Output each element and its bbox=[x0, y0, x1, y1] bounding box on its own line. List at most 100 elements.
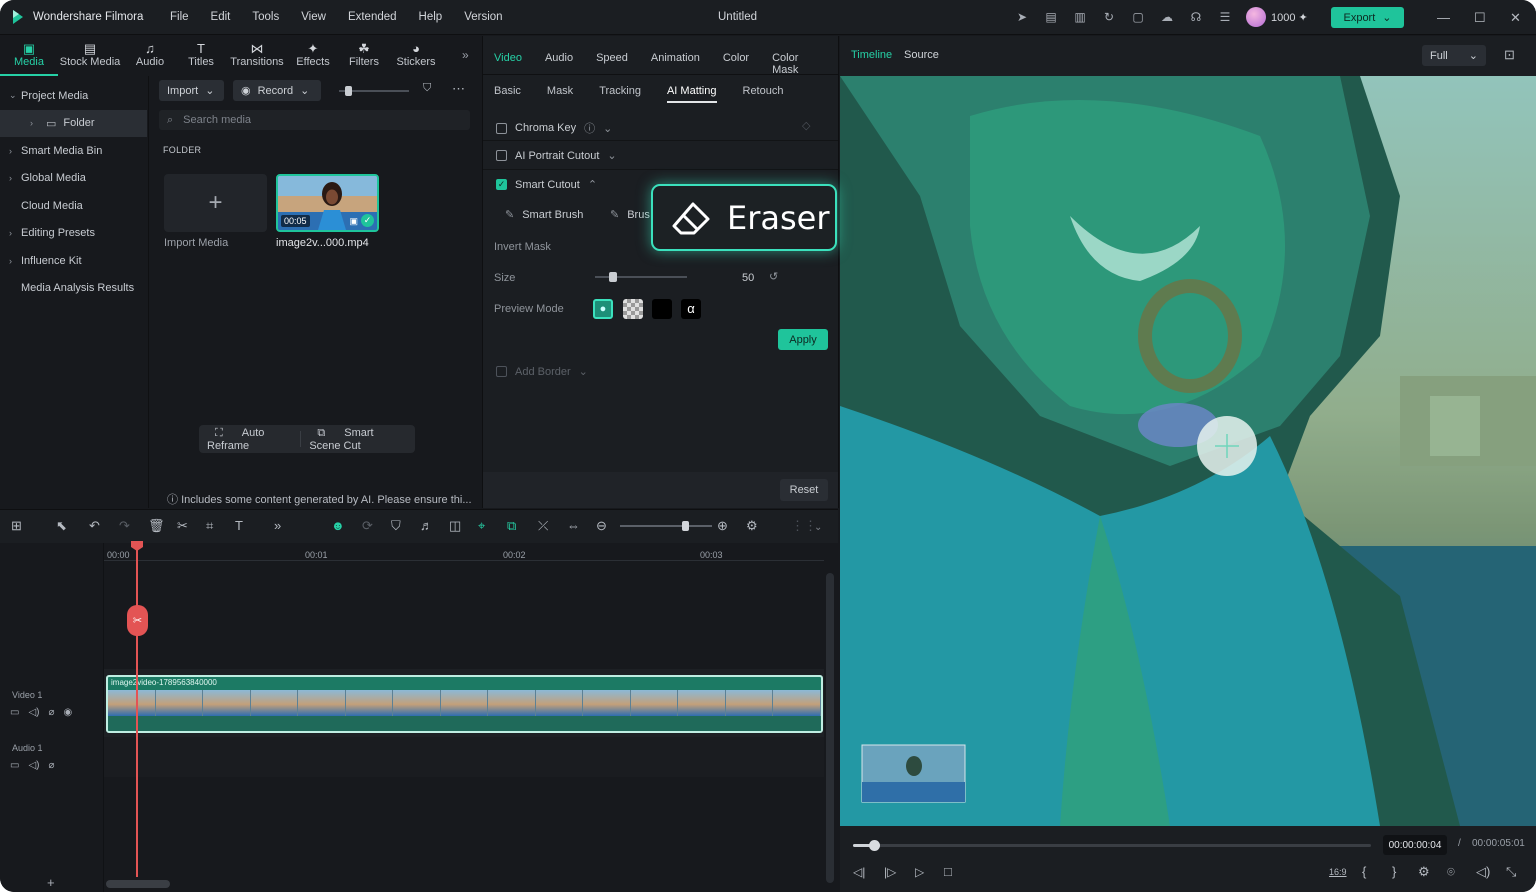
current-timecode[interactable]: 00:00:00:04 bbox=[1383, 835, 1447, 855]
mark-out-icon[interactable]: } bbox=[1392, 864, 1396, 879]
size-slider-knob[interactable] bbox=[609, 272, 618, 282]
undo-icon[interactable]: ↶ bbox=[89, 518, 100, 534]
smart-brush-button[interactable]: ✎ Smart Brush bbox=[505, 208, 583, 222]
menu-version[interactable]: Version bbox=[464, 11, 502, 23]
nav-effects[interactable]: ✦ Effects bbox=[290, 36, 336, 76]
unlink-icon[interactable]: ⤫ bbox=[538, 518, 548, 534]
record-dropdown[interactable]: ◉ Record ⌄ bbox=[233, 80, 321, 101]
shield-mark-icon[interactable]: ⛉ bbox=[391, 518, 401, 534]
minimize-icon[interactable]: — bbox=[1437, 10, 1450, 25]
sidebar-item-folder[interactable]: › ▭ Folder bbox=[0, 109, 147, 137]
auto-reframe-button[interactable]: ⛶ Auto Reframe bbox=[199, 427, 300, 452]
user-avatar[interactable] bbox=[1246, 7, 1266, 27]
reset-button[interactable]: Reset bbox=[780, 479, 828, 501]
smart-cutout-row[interactable]: ✓ Smart Cutout ⌃ bbox=[496, 178, 597, 191]
expand-nav-icon[interactable]: » bbox=[462, 48, 469, 62]
nav-filters[interactable]: ☘ Filters bbox=[336, 36, 392, 76]
search-media-input[interactable]: ⌕ Search media bbox=[159, 110, 470, 130]
apply-button[interactable]: Apply bbox=[778, 329, 828, 350]
media-clip-thumbnail[interactable]: 00:05 ▣ ✓ bbox=[276, 174, 379, 232]
fullscreen-icon[interactable]: ⤡ bbox=[1506, 864, 1516, 880]
smart-scene-cut-button[interactable]: ⧉ Smart Scene Cut bbox=[301, 427, 415, 452]
stop-icon[interactable]: □ bbox=[944, 864, 952, 879]
tab-color-mask[interactable]: Color Mask bbox=[772, 52, 815, 76]
size-slider[interactable] bbox=[595, 272, 687, 282]
cloud-sync-icon[interactable]: ↻ bbox=[1101, 9, 1117, 25]
size-value[interactable]: 50 bbox=[742, 272, 754, 284]
speaker-icon[interactable]: ◁) bbox=[28, 760, 39, 771]
sidebar-item-editing-presets[interactable]: › Editing Presets bbox=[0, 220, 147, 248]
timeline-video-clip[interactable]: image2video-1789563840000 bbox=[106, 675, 823, 733]
nav-audio[interactable]: ♫ Audio bbox=[122, 36, 178, 76]
import-dropdown[interactable]: Import ⌄ bbox=[159, 80, 224, 101]
menu-help[interactable]: Help bbox=[419, 11, 443, 23]
chroma-key-checkbox[interactable] bbox=[496, 122, 507, 134]
slider-knob[interactable] bbox=[345, 86, 352, 96]
progress-knob[interactable] bbox=[868, 840, 880, 851]
sidebar-item-project-media[interactable]: ⌄ Project Media bbox=[0, 82, 147, 110]
sidebar-item-cloud-media[interactable]: Cloud Media bbox=[0, 192, 147, 220]
folder-icon[interactable]: ▭ bbox=[10, 707, 19, 718]
preview-mode-black[interactable] bbox=[652, 299, 672, 319]
link-clips-icon[interactable]: ⧉ bbox=[507, 518, 516, 534]
timeline-zoom-slider[interactable] bbox=[620, 521, 712, 531]
split-scissors-icon[interactable]: ✂ bbox=[177, 518, 188, 534]
thumbnail-size-slider[interactable] bbox=[339, 86, 409, 96]
subtab-retouch[interactable]: Retouch bbox=[743, 85, 784, 103]
chroma-key-row[interactable]: Chroma Key ⓘ ⌄ bbox=[496, 120, 612, 136]
tab-color[interactable]: Color bbox=[723, 52, 749, 76]
ai-portrait-cutout-checkbox[interactable] bbox=[496, 150, 507, 161]
tab-video[interactable]: Video bbox=[494, 52, 522, 76]
sidebar-item-media-analysis[interactable]: Media Analysis Results bbox=[0, 275, 147, 303]
more-tools-icon[interactable]: » bbox=[274, 518, 281, 533]
eye-icon[interactable]: ◉ bbox=[64, 707, 73, 718]
prev-frame-icon[interactable]: ◁| bbox=[853, 865, 865, 879]
auto-sync-icon[interactable]: ⟳ bbox=[362, 518, 373, 534]
quality-dropdown[interactable]: Full ⌄ bbox=[1422, 45, 1486, 66]
video-preview[interactable] bbox=[840, 76, 1536, 826]
nav-transitions[interactable]: ⋈ Transitions bbox=[224, 36, 290, 76]
timeline-settings-icon[interactable]: ⚙ bbox=[746, 518, 758, 534]
save-icon[interactable]: ▢ bbox=[1130, 9, 1146, 25]
horizontal-scrollbar[interactable] bbox=[106, 880, 170, 888]
eraser-tool-button[interactable]: Eraser bbox=[651, 184, 837, 251]
sidebar-item-smart-media-bin[interactable]: › Smart Media Bin bbox=[0, 137, 147, 165]
maximize-icon[interactable]: ☐ bbox=[1474, 10, 1486, 26]
add-border-checkbox[interactable] bbox=[496, 366, 507, 377]
select-tool-icon[interactable]: ⬉ bbox=[56, 518, 67, 534]
smart-cutout-checkbox[interactable]: ✓ bbox=[496, 179, 507, 190]
split-screen-icon[interactable]: ◫ bbox=[449, 518, 461, 534]
ai-copilot-icon[interactable]: ☻ bbox=[331, 518, 345, 533]
next-frame-icon[interactable]: |▷ bbox=[884, 865, 896, 879]
subtab-mask[interactable]: Mask bbox=[547, 85, 573, 103]
folder-icon[interactable]: ▭ bbox=[10, 760, 19, 771]
brush-button[interactable]: ✎ Brus bbox=[610, 208, 650, 222]
tab-speed[interactable]: Speed bbox=[596, 52, 628, 76]
menu-file[interactable]: File bbox=[170, 11, 189, 23]
filter-icon[interactable]: ⛉ bbox=[423, 82, 431, 95]
add-border-row[interactable]: Add Border ⌄ bbox=[496, 365, 588, 378]
render-settings-icon[interactable]: ⚙ bbox=[1418, 864, 1430, 880]
sidebar-item-influence-kit[interactable]: › Influence Kit bbox=[0, 247, 147, 275]
chevron-down-icon[interactable]: ⌄ bbox=[607, 149, 616, 162]
vertical-scrollbar[interactable] bbox=[826, 573, 834, 883]
keyframe-diamond-icon[interactable]: ◇ bbox=[802, 119, 810, 132]
chevron-down-icon[interactable]: ⌄ bbox=[603, 122, 612, 135]
delete-icon[interactable]: 🗑 bbox=[148, 518, 165, 534]
sidebar-item-global-media[interactable]: › Global Media bbox=[0, 165, 147, 193]
nav-stickers[interactable]: ◕ Stickers bbox=[392, 36, 440, 76]
nav-stock-media[interactable]: ▤ Stock Media bbox=[58, 36, 122, 76]
lock-icon[interactable]: ⌀ bbox=[48, 760, 54, 771]
snapshot-view-icon[interactable]: ⊡ bbox=[1504, 47, 1515, 63]
export-button[interactable]: Export ⌄ bbox=[1331, 7, 1404, 28]
mark-in-icon[interactable]: { bbox=[1362, 864, 1366, 879]
audio-mix-icon[interactable]: ♬ bbox=[420, 518, 433, 533]
preview-mode-alpha[interactable]: α bbox=[681, 299, 701, 319]
subtab-basic[interactable]: Basic bbox=[494, 85, 521, 103]
playhead-line[interactable] bbox=[136, 545, 138, 877]
camera-snapshot-icon[interactable]: ⌾ bbox=[1447, 864, 1455, 880]
close-icon[interactable]: ✕ bbox=[1510, 10, 1521, 26]
text-tool-icon[interactable]: T bbox=[235, 518, 243, 533]
chevron-up-icon[interactable]: ⌃ bbox=[588, 178, 597, 191]
speaker-icon[interactable]: ◁) bbox=[28, 707, 39, 718]
